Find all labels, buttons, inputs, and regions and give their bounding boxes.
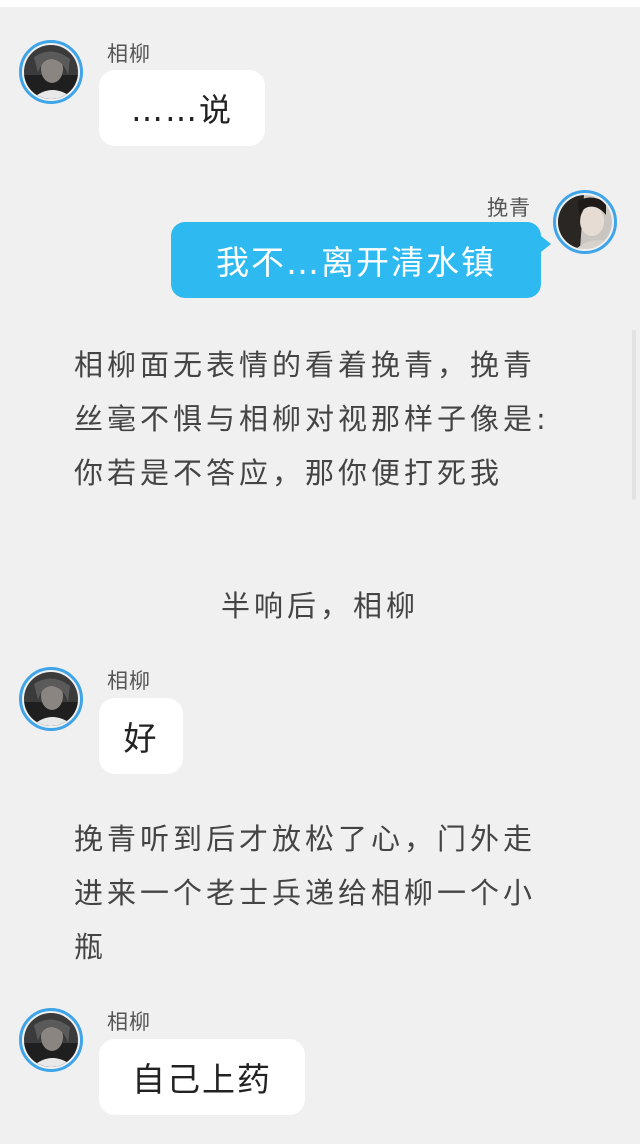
avatar-wanqing[interactable] bbox=[553, 190, 617, 254]
speaker-name: 挽青 bbox=[487, 196, 531, 220]
speaker-name: 相柳 bbox=[107, 669, 151, 693]
avatar-image bbox=[24, 1013, 78, 1067]
avatar-image bbox=[558, 195, 612, 249]
speaker-name: 相柳 bbox=[107, 42, 151, 66]
message-bubble: ……说 bbox=[99, 70, 265, 146]
narration-paragraph: 挽青听到后才放松了心，门外走进来一个老士兵递给相柳一个小瓶 bbox=[74, 822, 537, 964]
avatar-image bbox=[24, 672, 78, 726]
avatar-xiangliu[interactable] bbox=[19, 1008, 83, 1072]
avatar-xiangliu[interactable] bbox=[19, 667, 83, 731]
narration-paragraph: 相柳面无表情的看着挽青，挽青丝毫不惧与相柳对视那样子像是:你若是不答应，那你便打… bbox=[74, 348, 550, 490]
speaker-name: 相柳 bbox=[107, 1010, 151, 1034]
message-bubble: 好 bbox=[99, 698, 183, 774]
message-bubble: 自己上药 bbox=[99, 1039, 305, 1115]
avatar-image bbox=[24, 45, 78, 99]
scrollbar[interactable] bbox=[632, 330, 636, 500]
top-strip bbox=[0, 0, 640, 7]
avatar-xiangliu[interactable] bbox=[19, 40, 83, 104]
message-bubble: 我不…离开清水镇 bbox=[171, 222, 551, 298]
narration-line: 半响后，相柳 bbox=[220, 589, 419, 623]
